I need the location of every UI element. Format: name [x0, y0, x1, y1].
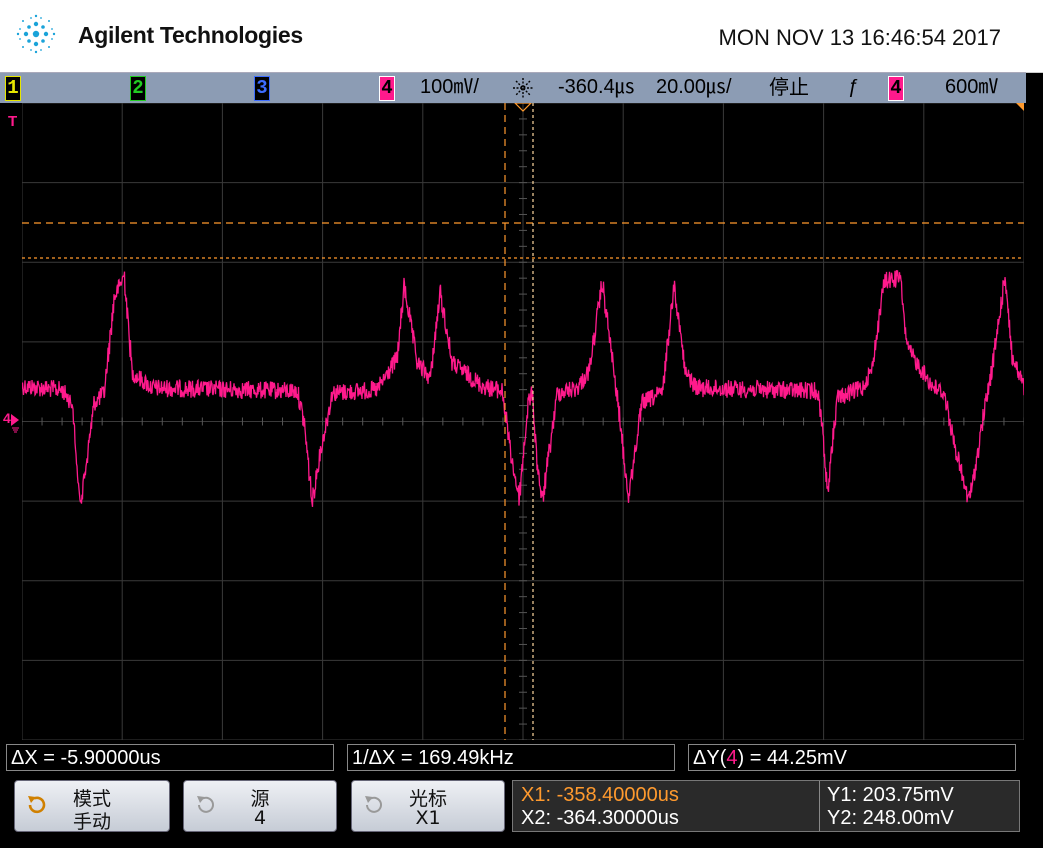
right-edge-marker	[1016, 103, 1024, 111]
waveform-display[interactable]	[22, 103, 1024, 740]
time-offset: -360.4㎲	[558, 76, 635, 98]
acquisition-sparkle-icon	[513, 78, 533, 98]
trigger-level: 600㎷	[945, 76, 999, 98]
channel-1-indicator[interactable]: 1	[5, 76, 21, 101]
delta-x-readout: ΔX = -5.90000us	[6, 744, 334, 771]
softkey-mode[interactable]: 模式 手动	[14, 780, 170, 833]
cursor-y2-value: Y2: 248.00mV	[827, 807, 954, 829]
ground-arrow-icon	[11, 414, 19, 433]
trigger-position-marker: T	[8, 113, 18, 130]
inverse-delta-x-readout: 1/ΔX = 169.49kHz	[347, 744, 675, 771]
delta-y-channel: 4	[726, 747, 738, 769]
cursor-panel-divider	[819, 781, 820, 831]
trigger-slope-icon: ƒ	[848, 76, 860, 98]
softkey-cursor[interactable]: 光标 X1	[351, 780, 505, 832]
softkey-source[interactable]: 源 4	[183, 780, 337, 832]
channel-2-indicator[interactable]: 2	[130, 76, 146, 101]
title-bar: Agilent Technologies MON NOV 13 16:46:54…	[0, 0, 1043, 73]
time-scale: 20.00㎲/	[656, 76, 732, 98]
graticule	[22, 103, 1024, 740]
cursor-values-panel: X1: -358.40000us X2: -364.30000us Y1: 20…	[512, 780, 1020, 832]
cursor-y1-value: Y1: 203.75mV	[827, 784, 954, 806]
channel-4-indicator[interactable]: 4	[379, 76, 395, 101]
vertical-scale: 100㎷/	[420, 76, 479, 98]
softkey-mode-value: 手动	[72, 811, 111, 833]
delta-y-readout: ΔY(4) = 44.25mV	[688, 744, 1016, 771]
cursor-x2-value: X2: -364.30000us	[521, 807, 679, 829]
brand-name: Agilent Technologies	[78, 22, 303, 48]
trigger-source-indicator: 4	[888, 76, 904, 101]
delta-y-value: ) = 44.25mV	[737, 747, 847, 769]
softkey-source-value: 4	[253, 807, 267, 829]
channel-4-ground-marker[interactable]: 4	[3, 410, 11, 426]
cursor-x1-value: X1: -358.40000us	[521, 784, 679, 806]
softkey-cursor-value: X1	[415, 807, 441, 829]
agilent-spark-logo-icon	[16, 14, 56, 54]
channel-3-indicator[interactable]: 3	[254, 76, 270, 101]
delta-y-prefix: ΔY(	[693, 747, 727, 769]
run-state: 停止	[769, 75, 809, 99]
left-marker-strip: T 4	[0, 103, 22, 740]
status-bar: 1 2 3 4 100㎷/ -360.4㎲ 20.00㎲/ 停止 ƒ 4 600…	[0, 72, 1026, 103]
timestamp: MON NOV 13 16:46:54 2017	[718, 25, 1002, 50]
